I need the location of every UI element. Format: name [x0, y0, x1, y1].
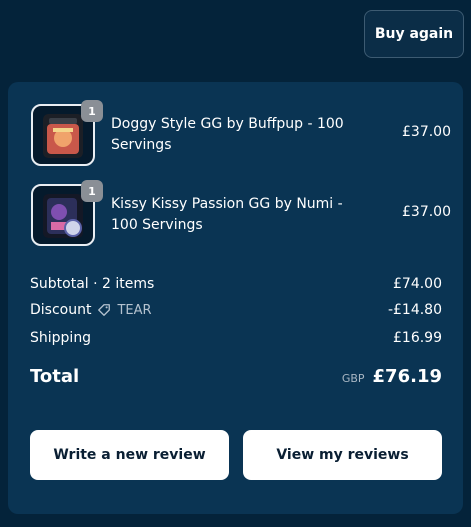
quantity-badge: 1: [81, 180, 103, 202]
product-thumbnail[interactable]: 1: [31, 180, 103, 246]
shipping-label: Shipping: [30, 330, 92, 346]
item-title: Kissy Kissy Passion GG by Numi - 100 Ser…: [111, 196, 343, 233]
line-item: 1 Kissy Kissy Passion GG by Numi - 100 S…: [31, 180, 451, 246]
subtotal-label: Subtotal · 2 items: [30, 276, 155, 292]
write-review-button[interactable]: Write a new review: [30, 430, 229, 480]
order-summary-panel: 1 Doggy Style GG by Buffpup - 100 Servin…: [8, 82, 463, 514]
quantity-badge: 1: [81, 100, 103, 122]
total-amount-group: GBP £76.19: [342, 366, 442, 387]
shipping-row: Shipping £16.99: [30, 330, 442, 346]
product-thumbnail-icon: [43, 194, 83, 238]
line-item: 1 Doggy Style GG by Buffpup - 100 Servin…: [31, 100, 451, 166]
buy-again-button[interactable]: Buy again: [364, 10, 464, 58]
discount-code: TEAR: [117, 302, 152, 318]
item-price: £37.00: [402, 204, 451, 220]
total-currency: GBP: [341, 372, 365, 385]
total-label: Total: [30, 366, 80, 387]
discount-row: Discount TEAR -£14.80: [30, 302, 442, 318]
subtotal-row: Subtotal · 2 items £74.00: [30, 276, 442, 292]
discount-label-group: Discount TEAR: [30, 302, 152, 318]
item-title: Doggy Style GG by Buffpup - 100 Servings: [111, 116, 344, 153]
discount-value: -£14.80: [387, 302, 442, 318]
tag-icon: [98, 304, 111, 316]
discount-label: Discount: [30, 302, 92, 318]
shipping-value: £16.99: [393, 330, 442, 346]
total-row: Total GBP £76.19: [30, 366, 442, 387]
subtotal-value: £74.00: [393, 276, 442, 292]
item-price: £37.00: [402, 124, 451, 140]
total-value: £76.19: [372, 366, 442, 387]
view-reviews-button[interactable]: View my reviews: [243, 430, 442, 480]
product-thumbnail[interactable]: 1: [31, 100, 103, 166]
product-thumbnail-icon: [43, 114, 83, 158]
